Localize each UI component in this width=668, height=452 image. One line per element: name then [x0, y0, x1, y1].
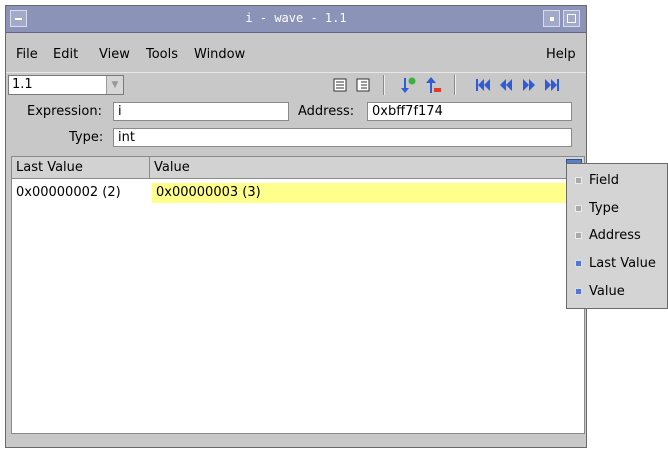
- last-value-cell: 0x00000002 (2): [16, 185, 121, 200]
- list-alt-icon[interactable]: [354, 76, 372, 94]
- value-cell: 0x00000003 (3): [152, 183, 570, 203]
- table-row[interactable]: 0x00000002 (2) 0x00000003 (3): [12, 183, 584, 203]
- menu-bar: File Edit View Tools Window Help: [6, 43, 586, 69]
- menu-edit[interactable]: Edit: [53, 47, 78, 62]
- menu-window[interactable]: Window: [194, 47, 245, 62]
- menu-file[interactable]: File: [16, 47, 38, 62]
- type-label: Type:: [69, 130, 104, 145]
- combo-value: 1.1: [12, 77, 33, 92]
- popup-item-label: Field: [589, 173, 620, 188]
- chevron-down-icon[interactable]: ▼: [106, 76, 123, 94]
- popup-item-field[interactable]: Field: [567, 168, 667, 194]
- popup-item-label: Type: [589, 201, 619, 216]
- window-title: i - wave - 1.1: [245, 11, 347, 25]
- forward-icon[interactable]: [520, 76, 538, 94]
- first-icon[interactable]: [474, 76, 492, 94]
- address-label: Address:: [298, 104, 355, 119]
- toolbar-separator: [383, 75, 385, 95]
- minimize-button[interactable]: [543, 10, 560, 27]
- checkbox-icon: [575, 205, 582, 212]
- main-window: i - wave - 1.1 File Edit View Tools Wind…: [5, 5, 587, 448]
- popup-item-value[interactable]: Value: [567, 279, 667, 305]
- popup-item-label: Value: [589, 284, 625, 299]
- title-bar[interactable]: i - wave - 1.1: [6, 6, 586, 33]
- checkbox-icon: [575, 288, 582, 295]
- pop-icon[interactable]: [424, 76, 442, 94]
- value-list[interactable]: Last Value Value 0x00000002 (2) 0x000000…: [11, 156, 585, 434]
- checkbox-icon: [575, 232, 582, 239]
- menu-tools[interactable]: Tools: [146, 47, 178, 62]
- popup-item-last-value[interactable]: Last Value: [567, 251, 667, 277]
- popup-item-label: Address: [589, 228, 641, 243]
- column-value[interactable]: Value: [150, 157, 584, 178]
- address-field[interactable]: 0xbff7f174: [367, 102, 572, 121]
- checkbox-icon: [575, 260, 582, 267]
- list-icon[interactable]: [331, 76, 349, 94]
- list-header: Last Value Value: [12, 157, 584, 179]
- maximize-button[interactable]: [563, 10, 580, 27]
- expression-field[interactable]: i: [113, 102, 289, 121]
- expression-label: Expression:: [27, 104, 102, 119]
- push-icon[interactable]: [399, 76, 417, 94]
- checkbox-icon: [575, 177, 582, 184]
- menu-help[interactable]: Help: [546, 47, 576, 62]
- popup-item-type[interactable]: Type: [567, 196, 667, 222]
- last-icon[interactable]: [543, 76, 561, 94]
- thread-combo[interactable]: 1.1 ▼: [8, 75, 124, 95]
- type-field[interactable]: int: [113, 128, 572, 147]
- back-icon[interactable]: [497, 76, 515, 94]
- column-last-value[interactable]: Last Value: [12, 157, 150, 178]
- popup-item-label: Last Value: [589, 256, 656, 271]
- toolbar: 1.1 ▼: [6, 72, 586, 101]
- popup-item-address[interactable]: Address: [567, 223, 667, 249]
- menu-view[interactable]: View: [99, 47, 130, 62]
- toolbar-separator-2: [454, 75, 456, 95]
- column-popup-menu: Field Type Address Last Value Value: [566, 163, 668, 309]
